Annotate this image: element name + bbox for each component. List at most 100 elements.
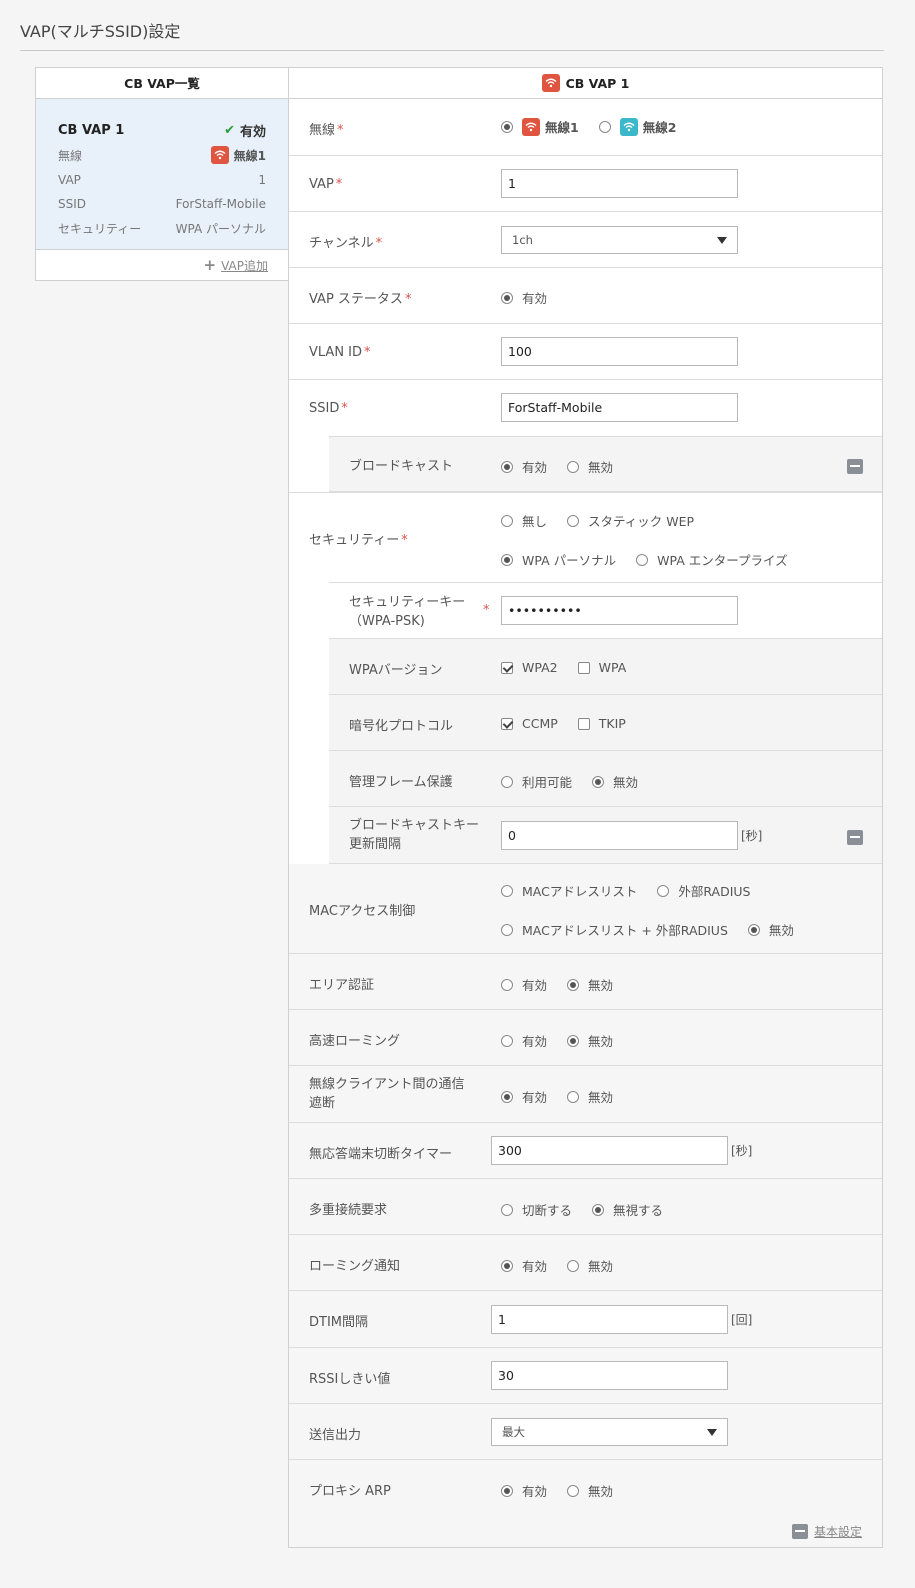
area-auth-enabled-radio[interactable] bbox=[501, 978, 513, 991]
security-wpa-personal-radio[interactable] bbox=[501, 553, 513, 566]
vap-card-value-security: WPA パーソナル bbox=[175, 222, 266, 237]
collapse-icon[interactable] bbox=[847, 830, 863, 845]
fast-roaming-disabled-radio[interactable] bbox=[567, 1034, 580, 1047]
proxy-arp-enabled-option[interactable]: 有効 bbox=[501, 1481, 547, 1500]
broadcast-enabled-radio[interactable] bbox=[501, 460, 513, 473]
radio1-radio[interactable] bbox=[501, 120, 513, 133]
dtim-input[interactable]: 1 bbox=[491, 1305, 728, 1334]
idle-timer-input[interactable]: 300 bbox=[491, 1136, 728, 1165]
multi-conn-disconnect-radio[interactable] bbox=[501, 1203, 513, 1216]
channel-select[interactable]: 1ch bbox=[501, 226, 738, 254]
tkip-option[interactable]: TKIP bbox=[577, 716, 626, 731]
area-auth-disabled-radio[interactable] bbox=[567, 978, 580, 991]
collapse-icon[interactable] bbox=[847, 459, 863, 474]
ccmp-checkbox[interactable] bbox=[501, 717, 513, 730]
fast-roaming-enabled-radio[interactable] bbox=[501, 1034, 513, 1047]
security-key-input[interactable]: •••••••••• bbox=[501, 596, 738, 625]
title-divider bbox=[20, 50, 884, 51]
ssid-input[interactable]: ForStaff-Mobile bbox=[501, 393, 738, 422]
wpa-option[interactable]: WPA bbox=[577, 660, 626, 675]
mgmt-frame-available-option[interactable]: 利用可能 bbox=[501, 772, 572, 791]
security-wpa-enterprise-radio[interactable] bbox=[636, 553, 649, 566]
vap-status-enabled-option[interactable]: 有効 bbox=[501, 288, 547, 307]
vap-status-enabled-radio[interactable] bbox=[501, 291, 513, 304]
security-none-option[interactable]: 無し bbox=[501, 511, 547, 530]
security-wpa-personal-option[interactable]: WPA パーソナル bbox=[501, 550, 616, 569]
vap-card-status: 有効 bbox=[239, 124, 266, 140]
roaming-notify-enabled-option[interactable]: 有効 bbox=[501, 1256, 547, 1275]
mac-list-radius-radio[interactable] bbox=[501, 923, 513, 936]
client-isolation-disabled-radio[interactable] bbox=[567, 1090, 580, 1103]
security-row: セキュリティー * 無し スタティック WEP WPA パーソナル WPA エンタ… bbox=[289, 492, 882, 582]
security-key-label: セキュリティーキー （WPA-PSK) bbox=[349, 595, 466, 629]
multi-conn-disconnect-option[interactable]: 切断する bbox=[501, 1200, 572, 1219]
proxy-arp-row: プロキシ ARP 有効 無効 bbox=[289, 1460, 882, 1517]
vap-card-label-vap: VAP bbox=[58, 172, 81, 187]
dtim-label: DTIM間隔 bbox=[309, 1315, 369, 1330]
roaming-notify-enabled-radio[interactable] bbox=[501, 1259, 513, 1272]
proxy-arp-disabled-option[interactable]: 無効 bbox=[567, 1481, 613, 1500]
area-auth-enabled-option[interactable]: 有効 bbox=[501, 975, 547, 994]
idle-timer-label: 無応答端末切断タイマー bbox=[309, 1147, 453, 1162]
mgmt-frame-available-radio[interactable] bbox=[501, 775, 513, 788]
cipher-label: 暗号化プロトコル bbox=[349, 719, 454, 734]
security-none-radio[interactable] bbox=[501, 514, 513, 527]
vap-card[interactable]: CB VAP 1 ✔ 有効 無線 無線1 VAP 1 SSID ForStaff-… bbox=[36, 99, 288, 250]
multi-conn-ignore-radio[interactable] bbox=[592, 1203, 605, 1216]
check-icon: ✔ bbox=[224, 122, 235, 138]
area-auth-disabled-option[interactable]: 無効 bbox=[567, 975, 613, 994]
fast-roaming-enabled-option[interactable]: 有効 bbox=[501, 1031, 547, 1050]
vap-status-label: VAP ステータス * bbox=[309, 292, 412, 307]
proxy-arp-enabled-radio[interactable] bbox=[501, 1484, 513, 1497]
security-wep-option[interactable]: スタティック WEP bbox=[567, 511, 694, 530]
mgmt-frame-label: 管理フレーム保護 bbox=[349, 775, 453, 790]
vlan-input[interactable]: 100 bbox=[501, 337, 738, 366]
vap-card-label-ssid: SSID bbox=[58, 197, 87, 212]
multi-conn-ignore-option[interactable]: 無視する bbox=[592, 1200, 663, 1219]
proxy-arp-disabled-radio[interactable] bbox=[567, 1484, 580, 1497]
add-vap-label[interactable]: VAP追加 bbox=[221, 257, 268, 274]
wpa2-option[interactable]: WPA2 bbox=[501, 660, 558, 675]
vap-card-label-radio: 無線 bbox=[58, 148, 83, 163]
wpa2-checkbox[interactable] bbox=[501, 661, 513, 674]
tkip-checkbox[interactable] bbox=[577, 717, 590, 730]
vap-label: VAP * bbox=[309, 177, 343, 192]
mac-list-radius-option[interactable]: MACアドレスリスト + 外部RADIUS bbox=[501, 920, 728, 939]
mgmt-frame-disabled-option[interactable]: 無効 bbox=[592, 772, 638, 791]
roaming-notify-disabled-radio[interactable] bbox=[567, 1259, 580, 1272]
radio2-option[interactable]: 無線2 bbox=[598, 117, 676, 136]
mac-list-radio[interactable] bbox=[501, 884, 513, 897]
broadcast-key-input[interactable]: 0 bbox=[501, 821, 738, 850]
broadcast-enabled-option[interactable]: 有効 bbox=[501, 457, 547, 476]
security-wpa-enterprise-option[interactable]: WPA エンタープライズ bbox=[636, 550, 788, 569]
broadcast-disabled-radio[interactable] bbox=[567, 460, 580, 473]
mgmt-frame-disabled-radio[interactable] bbox=[592, 775, 605, 788]
client-isolation-enabled-radio[interactable] bbox=[501, 1090, 513, 1103]
mac-radius-option[interactable]: 外部RADIUS bbox=[657, 881, 751, 900]
roaming-notify-row: ローミング通知 有効 無効 bbox=[289, 1235, 882, 1291]
radio2-radio[interactable] bbox=[598, 120, 611, 133]
roaming-notify-disabled-option[interactable]: 無効 bbox=[567, 1256, 613, 1275]
tx-power-label: 送信出力 bbox=[309, 1428, 362, 1443]
client-isolation-disabled-option[interactable]: 無効 bbox=[567, 1087, 613, 1106]
rssi-input[interactable]: 30 bbox=[491, 1361, 728, 1390]
vap-card-value-ssid: ForStaff-Mobile bbox=[175, 197, 266, 212]
mac-list-option[interactable]: MACアドレスリスト bbox=[501, 881, 637, 900]
basic-settings-label[interactable]: 基本設定 bbox=[814, 1523, 862, 1540]
mac-disabled-radio[interactable] bbox=[747, 923, 760, 936]
basic-settings-link[interactable]: 基本設定 bbox=[791, 1523, 862, 1540]
vap-input[interactable]: 1 bbox=[501, 169, 738, 198]
broadcast-key-row: ブロードキャストキー 更新間隔 0 [秒] bbox=[329, 807, 882, 864]
tx-power-select[interactable]: 最大 bbox=[491, 1418, 728, 1446]
mac-radius-radio[interactable] bbox=[657, 884, 670, 897]
ccmp-option[interactable]: CCMP bbox=[501, 716, 558, 731]
radio1-option[interactable]: 無線1 bbox=[501, 117, 579, 136]
client-isolation-enabled-option[interactable]: 有効 bbox=[501, 1087, 547, 1106]
broadcast-disabled-option[interactable]: 無効 bbox=[567, 457, 613, 476]
wpa-checkbox[interactable] bbox=[577, 661, 590, 674]
security-wep-radio[interactable] bbox=[567, 514, 580, 527]
mac-disabled-option[interactable]: 無効 bbox=[747, 920, 794, 939]
fast-roaming-disabled-option[interactable]: 無効 bbox=[567, 1031, 613, 1050]
add-vap-button[interactable]: + VAP追加 bbox=[36, 250, 288, 280]
broadcast-row: ブロードキャスト 有効 無効 bbox=[329, 436, 882, 492]
